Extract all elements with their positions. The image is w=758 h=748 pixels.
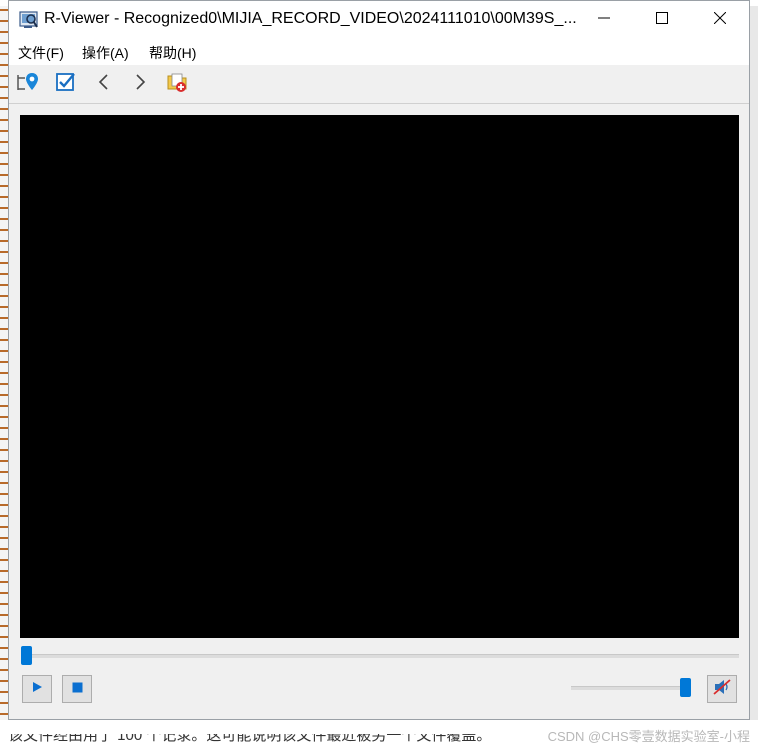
background-app-bottom: 该文件经由用了 100 个记录。这可能说明该文件最近被另一个文件覆盖。 CSDN… xyxy=(0,720,758,748)
window-title: R-Viewer - Recognized0\MIJIA_RECORD_VIDE… xyxy=(44,10,577,27)
previous-button[interactable] xyxy=(91,72,117,96)
r-viewer-window: R-Viewer - Recognized0\MIJIA_RECORD_VIDE… xyxy=(8,0,750,720)
locate-button[interactable] xyxy=(15,72,41,96)
chevron-right-icon xyxy=(133,73,147,95)
locate-icon xyxy=(15,71,41,98)
volume-track[interactable] xyxy=(571,686,691,690)
seek-slider-thumb[interactable] xyxy=(21,646,32,665)
menu-help[interactable]: 帮助(H) xyxy=(149,43,196,63)
play-icon xyxy=(31,680,43,698)
recover-folder-icon xyxy=(166,70,190,99)
background-text: 该文件经由用了 100 个记录。这可能说明该文件最近被另一个文件覆盖。 xyxy=(8,727,492,744)
volume-slider-thumb[interactable] xyxy=(680,678,691,697)
recover-button[interactable] xyxy=(165,72,191,96)
menu-actions[interactable]: 操作(A) xyxy=(82,43,129,63)
close-button[interactable] xyxy=(691,1,749,39)
maximize-icon xyxy=(656,11,668,29)
maximize-button[interactable] xyxy=(633,1,691,39)
minimize-button[interactable] xyxy=(575,1,633,39)
chevron-left-icon xyxy=(97,73,111,95)
play-button[interactable] xyxy=(22,675,52,703)
title-bar[interactable]: R-Viewer - Recognized0\MIJIA_RECORD_VIDE… xyxy=(9,1,749,39)
background-app-edge xyxy=(0,0,8,748)
checkbox-icon xyxy=(55,71,77,98)
toolbar xyxy=(9,65,749,104)
stop-icon xyxy=(72,680,83,698)
next-button[interactable] xyxy=(127,72,153,96)
mute-button[interactable] xyxy=(707,675,737,703)
close-icon xyxy=(713,11,727,29)
menu-file[interactable]: 文件(F) xyxy=(18,43,64,63)
muted-speaker-icon xyxy=(712,678,732,701)
check-button[interactable] xyxy=(53,72,79,96)
minimize-icon xyxy=(598,11,610,29)
stop-button[interactable] xyxy=(62,675,92,703)
menu-bar: 文件(F) 操作(A) 帮助(H) xyxy=(9,39,749,65)
watermark: CSDN @CHS零壹数据实验室-小程 xyxy=(547,729,750,744)
video-display[interactable] xyxy=(20,115,739,638)
app-icon xyxy=(19,10,39,30)
seek-track[interactable] xyxy=(21,654,739,658)
